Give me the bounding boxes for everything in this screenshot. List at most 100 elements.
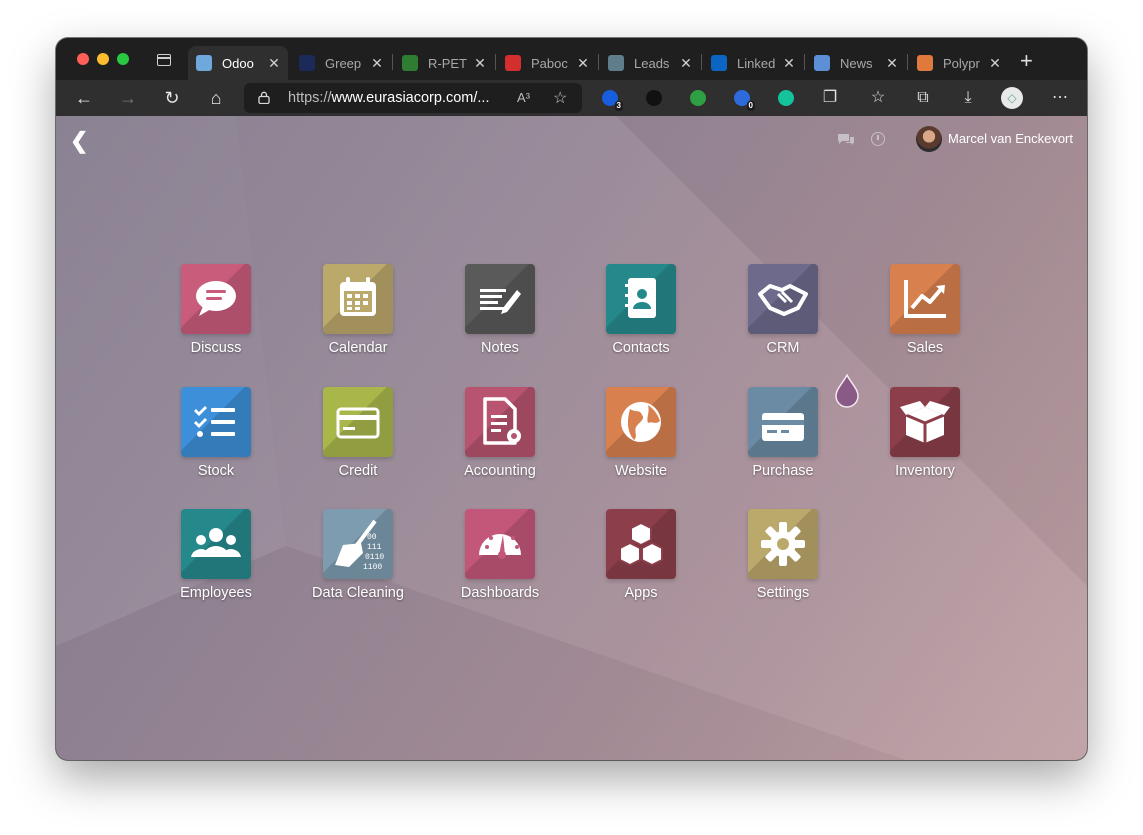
tab-separator (598, 54, 599, 70)
tab-greep[interactable]: Greep ✕ (291, 46, 391, 80)
privacy-icon[interactable] (646, 90, 662, 106)
back-icon[interactable]: ← (72, 86, 96, 110)
app-contacts[interactable]: Contacts (586, 264, 696, 364)
app-tile[interactable] (748, 387, 818, 457)
tab-separator (701, 54, 702, 70)
app-tile[interactable] (748, 509, 818, 579)
app-website[interactable]: Website (586, 387, 696, 487)
app-sales[interactable]: Sales (870, 264, 980, 364)
app-data-cleaning[interactable]: 00 111 0110 1100 Data Cleaning (303, 509, 413, 609)
app-purchase[interactable]: Purchase (728, 387, 838, 487)
messages-icon[interactable] (837, 133, 855, 147)
home-icon[interactable]: ⌂ (204, 86, 228, 110)
collections-icon[interactable]: ⧉ (911, 86, 935, 110)
app-tile[interactable] (181, 387, 251, 457)
app-apps[interactable]: Apps (586, 509, 696, 609)
tab-polypr[interactable]: Polypr ✕ (909, 46, 1009, 80)
checkmark-icon[interactable] (690, 90, 706, 106)
app-stock[interactable]: Stock (161, 387, 271, 487)
tab-close-icon[interactable]: ✕ (371, 55, 383, 72)
tab-strip: Odoo ✕ Greep ✕ R-PET ✕ Paboc ✕ Leads ✕ Linked ✕ News… (56, 38, 1087, 80)
app-tile[interactable] (606, 387, 676, 457)
avatar[interactable] (916, 126, 942, 152)
tab-close-icon[interactable]: ✕ (886, 55, 898, 72)
tab-title: R-PET (428, 55, 467, 71)
handshake-icon (758, 284, 808, 316)
app-tile[interactable] (323, 264, 393, 334)
app-label: Inventory (895, 463, 955, 479)
back-chevron-icon[interactable]: ❮ (70, 128, 88, 154)
people-icon (191, 528, 241, 557)
downloads-icon[interactable]: ⤓ (956, 86, 980, 110)
app-tile[interactable] (606, 264, 676, 334)
tab-close-icon[interactable]: ✕ (577, 55, 589, 72)
app-label: Sales (906, 340, 944, 356)
app-tile[interactable] (606, 509, 676, 579)
app-notes[interactable]: Notes (445, 264, 555, 364)
app-inventory[interactable]: Inventory (870, 387, 980, 487)
tab-close-icon[interactable]: ✕ (783, 55, 795, 72)
tab-close-icon[interactable]: ✕ (268, 55, 280, 72)
close-window-button[interactable] (77, 53, 89, 65)
app-tile[interactable] (323, 387, 393, 457)
address-bar[interactable]: https://www.eurasiacorp.com/... A³ ☆ (244, 83, 582, 113)
app-tile[interactable] (465, 264, 535, 334)
new-tab-button[interactable]: + (1020, 48, 1033, 74)
browser-toolbar: ← → ↻ ⌂ https://www.eurasiacorp.com/... … (56, 80, 1087, 116)
app-tile[interactable] (181, 264, 251, 334)
app-label: Website (614, 463, 668, 479)
bot-icon[interactable]: 0 (734, 90, 755, 111)
invoice-gear-icon (483, 397, 521, 445)
globe-icon (621, 402, 661, 442)
forward-icon[interactable]: → (116, 86, 140, 110)
profile-icon[interactable]: ◇ (1001, 87, 1023, 109)
app-calendar[interactable]: Calendar (303, 264, 413, 364)
purchase-card-icon (762, 413, 804, 441)
app-settings[interactable]: Settings (728, 509, 838, 609)
tab-news[interactable]: News ✕ (806, 46, 906, 80)
grammarly-icon[interactable] (778, 90, 794, 106)
tab-paboc[interactable]: Paboc ✕ (497, 46, 597, 80)
tab-odoo[interactable]: Odoo ✕ (188, 46, 288, 80)
app-tile[interactable] (181, 509, 251, 579)
credit-card-icon (336, 407, 380, 439)
tab-actions-icon[interactable] (157, 54, 171, 66)
user-name[interactable]: Marcel van Enckevort (948, 131, 1073, 146)
favorites-icon[interactable]: ☆ (866, 86, 890, 110)
app-tile[interactable] (465, 509, 535, 579)
app-discuss[interactable]: Discuss (161, 264, 271, 364)
minimize-window-button[interactable] (97, 53, 109, 65)
app-crm[interactable]: CRM (728, 264, 838, 364)
r-pet-icon (402, 55, 418, 71)
reload-icon[interactable]: ↻ (160, 86, 184, 110)
app-tile[interactable] (890, 264, 960, 334)
app-dashboards[interactable]: Dashboards (445, 509, 555, 609)
app-credit[interactable]: Credit (303, 387, 413, 487)
tab-close-icon[interactable]: ✕ (989, 55, 1001, 72)
activities-clock-icon[interactable] (871, 132, 885, 146)
extension-badge: 0 (746, 101, 755, 111)
app-label: Data Cleaning (312, 585, 404, 601)
tab-linked[interactable]: Linked ✕ (703, 46, 803, 80)
add-favorite-icon[interactable]: ☆ (553, 88, 567, 108)
tab-close-icon[interactable]: ✕ (680, 55, 692, 72)
bitwarden-icon[interactable]: 3 (602, 90, 623, 111)
more-options-icon[interactable]: ⋯ (1048, 86, 1072, 110)
odoo-icon (196, 55, 212, 71)
tab-leads[interactable]: Leads ✕ (600, 46, 700, 80)
extension-badge: 3 (614, 101, 623, 111)
app-tile[interactable] (748, 264, 818, 334)
app-tile[interactable] (890, 387, 960, 457)
app-tile[interactable]: 00 111 0110 1100 (323, 509, 393, 579)
maximize-window-button[interactable] (117, 53, 129, 65)
extensions-puzzle-icon[interactable]: ❐ (818, 86, 842, 110)
app-label: Apps (624, 585, 658, 601)
tab-r-pet[interactable]: R-PET ✕ (394, 46, 494, 80)
app-label: Contacts (612, 340, 670, 356)
tab-close-icon[interactable]: ✕ (474, 55, 486, 72)
read-aloud-icon[interactable]: A³ (517, 90, 530, 105)
app-tile[interactable] (465, 387, 535, 457)
app-employees[interactable]: Employees (161, 509, 271, 609)
app-accounting[interactable]: Accounting (445, 387, 555, 487)
tab-separator (907, 54, 908, 70)
